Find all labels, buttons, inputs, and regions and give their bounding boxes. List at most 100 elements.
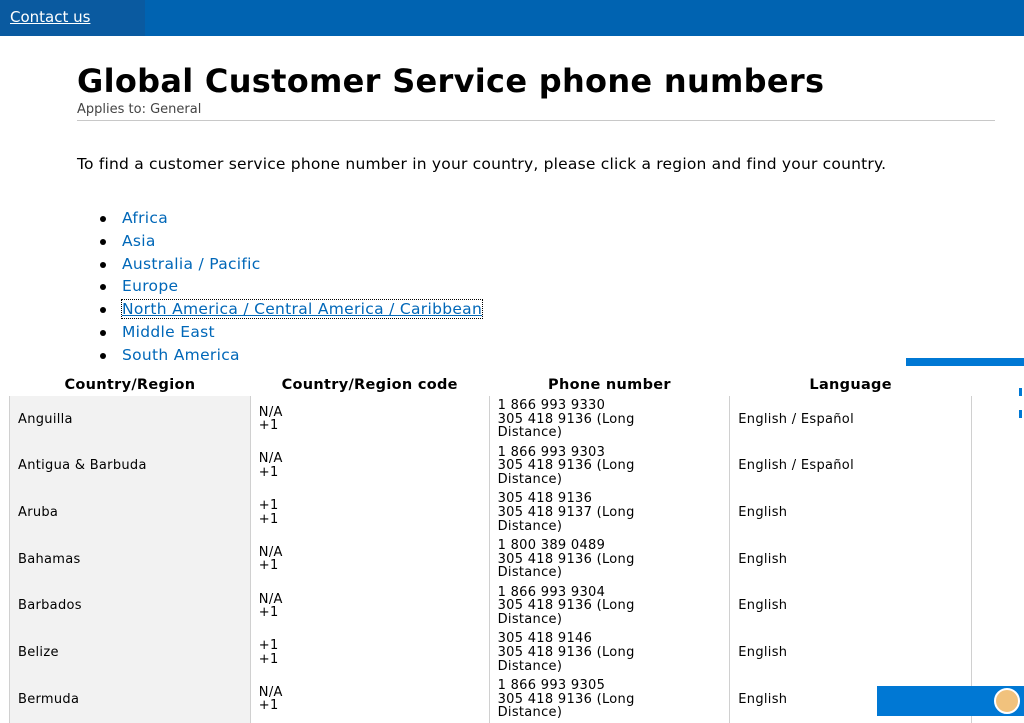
phone-line: 305 418 9136 (Long bbox=[497, 458, 635, 474]
language-cell: English bbox=[729, 582, 972, 630]
intro-text: To find a customer service phone number … bbox=[77, 155, 887, 173]
code-line: N/A bbox=[258, 684, 283, 700]
bullet bbox=[100, 216, 106, 222]
code-line: N/A bbox=[258, 591, 283, 607]
page-title: Global Customer Service phone numbers bbox=[77, 62, 825, 100]
chat-widget-button[interactable] bbox=[877, 686, 1024, 716]
phone-line: Distance) bbox=[497, 611, 563, 627]
region-link-middle-east[interactable]: Middle East bbox=[122, 323, 215, 341]
phone-line: 1 866 993 9303 bbox=[497, 444, 606, 460]
table-header-row: Country/Region Country/Region code Phone… bbox=[9, 374, 972, 396]
country-cell: Aruba bbox=[9, 489, 251, 537]
bullet bbox=[100, 261, 106, 268]
region-item: Europe bbox=[100, 275, 482, 298]
country-cell: Anguilla bbox=[9, 396, 251, 443]
language-cell: English / Español bbox=[729, 442, 972, 490]
chat-agent-avatar-icon bbox=[994, 688, 1020, 714]
code-line: +1 bbox=[258, 511, 279, 527]
phone-line: Distance) bbox=[497, 565, 563, 581]
region-link-europe[interactable]: Europe bbox=[122, 277, 178, 295]
bullet bbox=[100, 307, 106, 314]
country-cell: Antigua & Barbuda bbox=[9, 442, 251, 490]
top-bar: Contact us bbox=[0, 0, 1024, 36]
column-header-code: Country/Region code bbox=[250, 374, 490, 396]
region-item: Africa bbox=[100, 207, 482, 230]
country-cell: Belize bbox=[9, 629, 251, 677]
code-line: +1 bbox=[258, 651, 279, 667]
code-cell: N/A +1 bbox=[249, 536, 490, 583]
phone-cell: 1 866 993 9304 305 418 9136 (Long Distance… bbox=[488, 582, 730, 630]
region-link-africa[interactable]: Africa bbox=[122, 209, 168, 227]
code-cell: N/A +1 bbox=[249, 582, 490, 630]
phone-line: Distance) bbox=[497, 471, 563, 487]
column-header-language: Language bbox=[729, 374, 972, 396]
region-item: Middle East bbox=[100, 321, 482, 344]
bullet bbox=[100, 238, 106, 245]
code-line: +1 bbox=[258, 605, 279, 621]
phone-cell: 1 800 389 0489 305 418 9136 (Long Distance… bbox=[488, 536, 730, 583]
region-link-south-america[interactable]: South America bbox=[122, 346, 240, 364]
code-line: N/A bbox=[258, 404, 283, 420]
phone-line: 305 418 9137 (Long bbox=[497, 504, 635, 520]
phone-line: 1 866 993 9304 bbox=[497, 584, 606, 600]
code-cell: N/A +1 bbox=[249, 442, 490, 490]
country-cell: Bahamas bbox=[9, 536, 251, 583]
language-cell: English bbox=[729, 536, 972, 583]
table-row: Aruba +1 +1 305 418 9136 305 418 9137 (Lon… bbox=[9, 489, 972, 537]
code-line: +1 bbox=[258, 498, 279, 514]
code-line: +1 bbox=[258, 418, 279, 434]
code-line: N/A bbox=[258, 544, 283, 560]
code-line: +1 bbox=[258, 465, 279, 481]
column-header-phone: Phone number bbox=[489, 374, 730, 396]
region-link-north-america[interactable]: North America / Central America / Caribb… bbox=[120, 299, 484, 320]
phone-line: 305 418 9136 (Long bbox=[497, 598, 635, 614]
phone-line: 1 800 389 0489 bbox=[497, 538, 606, 554]
phone-line: Distance) bbox=[497, 658, 563, 674]
phone-line: Distance) bbox=[497, 518, 563, 534]
code-line: N/A bbox=[258, 451, 283, 467]
country-cell: Barbados bbox=[9, 582, 251, 630]
phone-line: Distance) bbox=[497, 705, 563, 721]
edge-accent-mark bbox=[1019, 388, 1022, 396]
bullet bbox=[100, 329, 106, 336]
code-line: +1 bbox=[258, 698, 279, 714]
phone-cell: 1 866 993 9330 305 418 9136 (Long Distance… bbox=[488, 396, 730, 443]
applies-to-text: Applies to: General bbox=[77, 102, 202, 117]
region-item: North America / Central America / Caribb… bbox=[100, 298, 484, 321]
phone-line: 1 866 993 9330 bbox=[497, 397, 606, 413]
title-divider bbox=[77, 120, 995, 121]
phone-line: 305 418 9136 (Long bbox=[497, 411, 635, 427]
language-cell: English bbox=[729, 489, 972, 537]
code-cell: N/A +1 bbox=[249, 396, 490, 443]
table-row: Antigua & Barbuda N/A +1 1 866 993 9303 30… bbox=[9, 442, 972, 490]
code-line: +1 bbox=[258, 558, 279, 574]
phone-line: 305 418 9136 (Long bbox=[497, 691, 635, 707]
bullet bbox=[100, 284, 106, 291]
contact-us-link[interactable]: Contact us bbox=[0, 0, 145, 36]
side-accent-bar bbox=[906, 358, 1024, 366]
phone-line: 305 418 9136 (Long bbox=[497, 551, 635, 567]
phone-line: 1 866 993 9305 bbox=[497, 678, 606, 694]
language-cell: English bbox=[729, 629, 972, 677]
region-item: Australia / Pacific bbox=[100, 253, 482, 276]
table-row: Belize +1 +1 305 418 9146 305 418 9136 (Lo… bbox=[9, 629, 972, 677]
region-list: Africa Asia Australia / Pacific Europe N… bbox=[100, 207, 484, 367]
code-line: +1 bbox=[258, 638, 279, 654]
phone-line: 305 418 9136 bbox=[497, 491, 593, 507]
region-item: South America bbox=[100, 344, 482, 367]
column-header-country: Country/Region bbox=[9, 374, 251, 396]
table-row: Anguilla N/A +1 1 866 993 9330 305 418 913… bbox=[9, 396, 972, 443]
code-cell: +1 +1 bbox=[249, 629, 490, 677]
region-link-australia-pacific[interactable]: Australia / Pacific bbox=[122, 255, 261, 273]
language-cell: English / Español bbox=[729, 396, 972, 443]
region-link-asia[interactable]: Asia bbox=[122, 232, 156, 250]
edge-accent-mark bbox=[1019, 410, 1022, 418]
phone-line: 305 418 9146 bbox=[497, 631, 593, 647]
table-row: Barbados N/A +1 1 866 993 9304 305 418 913… bbox=[9, 582, 972, 630]
code-cell: +1 +1 bbox=[249, 489, 490, 537]
phone-cell: 305 418 9146 305 418 9136 (Long Distance) bbox=[488, 629, 730, 677]
phone-cell: 305 418 9136 305 418 9137 (Long Distance) bbox=[488, 489, 730, 537]
phone-numbers-table: Country/Region Country/Region code Phone… bbox=[9, 374, 972, 723]
table-row: Bahamas N/A +1 1 800 389 0489 305 418 9136… bbox=[9, 536, 972, 583]
bullet bbox=[100, 352, 106, 359]
